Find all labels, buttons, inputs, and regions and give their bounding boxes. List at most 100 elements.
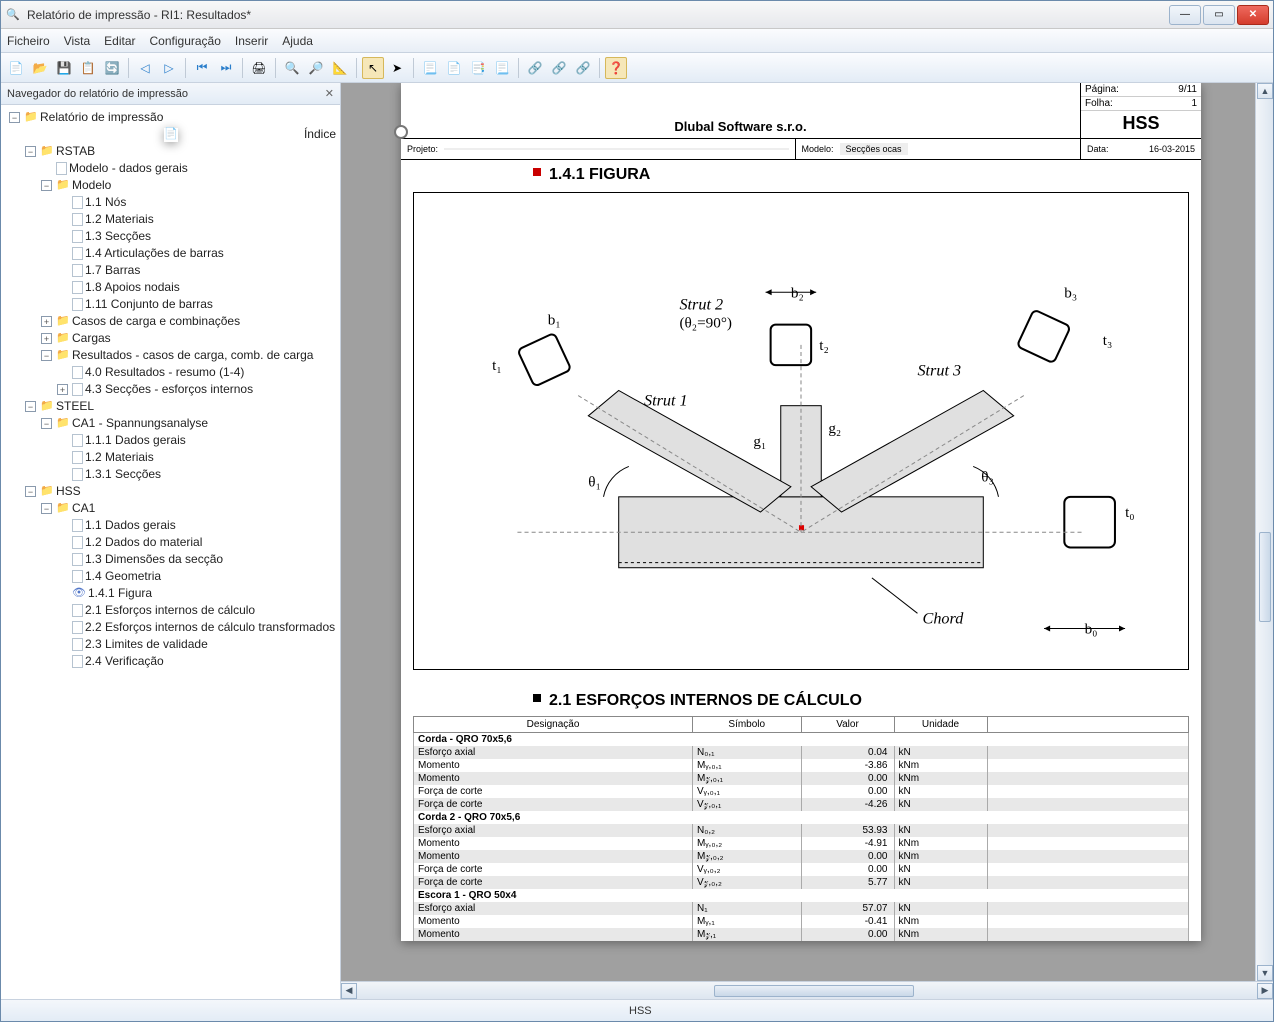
tb-copy-icon[interactable]: 📋 — [77, 57, 99, 79]
table-row: Força de corteV𝓏,₀,₂5.77kN — [414, 876, 1189, 889]
tree-item[interactable]: 1.4 Geometria — [85, 568, 161, 585]
section-title-esforcos: 2.1 ESFORÇOS INTERNOS DE CÁLCULO — [541, 686, 1201, 716]
tree-steel[interactable]: STEEL — [56, 398, 94, 415]
tree-item[interactable]: 2.2 Esforços internos de cálculo transfo… — [85, 619, 335, 636]
menu-vista[interactable]: Vista — [64, 34, 90, 48]
menu-inserir[interactable]: Inserir — [235, 34, 268, 48]
val-projeto — [444, 148, 788, 150]
tb-zoomout-icon[interactable]: 🔎 — [305, 57, 327, 79]
tree-result[interactable]: Resultados - casos de carga, comb. de ca… — [72, 347, 313, 364]
svg-text:θ₃: θ₃ — [981, 469, 994, 486]
svg-text:Chord: Chord — [923, 609, 965, 627]
tb-select-icon[interactable]: ↖ — [362, 57, 384, 79]
vertical-scrollbar[interactable]: ▲ ▼ — [1255, 83, 1273, 981]
menu-ficheiro[interactable]: Ficheiro — [7, 34, 50, 48]
table-row: Esforço axialN₀,₂53.93kN — [414, 824, 1189, 837]
table-row: MomentoM𝓏,₀,₂0.00kNm — [414, 850, 1189, 863]
tree-modelo[interactable]: Modelo — [72, 177, 111, 194]
tb-pointer-icon[interactable]: ➤ — [386, 57, 408, 79]
tb-open-icon[interactable]: 📂 — [29, 57, 51, 79]
tb-new-icon[interactable]: 📄 — [5, 57, 27, 79]
table-row: Força de corteV𝓏,₀,₁-4.26kN — [414, 798, 1189, 811]
menu-editar[interactable]: Editar — [104, 34, 135, 48]
tb-doc2-icon[interactable]: 📄 — [443, 57, 465, 79]
horizontal-scrollbar[interactable]: ◀ ▶ — [341, 981, 1273, 999]
tb-help-icon[interactable]: ❓ — [605, 57, 627, 79]
status-text: HSS — [629, 1005, 692, 1017]
tree-item[interactable]: 1.8 Apoios nodais — [85, 279, 180, 296]
tree-item[interactable]: 1.2 Materiais — [85, 211, 154, 228]
tree-casos[interactable]: Casos de carga e combinações — [72, 313, 240, 330]
page-canvas[interactable]: Dlubal Software s.r.o. Página:9/11 Folha… — [341, 83, 1273, 981]
tb-doc4-icon[interactable]: 📃 — [491, 57, 513, 79]
tree-item[interactable]: 1.1 Dados gerais — [85, 517, 176, 534]
tb-zoompage-icon[interactable]: 📐 — [329, 57, 351, 79]
minimize-button[interactable]: — — [1169, 5, 1201, 25]
maximize-button[interactable]: ▭ — [1203, 5, 1235, 25]
tb-link2-icon[interactable]: 🔗 — [548, 57, 570, 79]
tree-root[interactable]: Relatório de impressão — [40, 109, 163, 126]
tree-item[interactable]: 1.1.1 Dados gerais — [85, 432, 186, 449]
tree-item[interactable]: 1.4.1 Figura — [88, 585, 152, 602]
lbl-modelo: Modelo: — [802, 144, 834, 154]
svg-text:t₂: t₂ — [819, 337, 829, 354]
tb-save-icon[interactable]: 💾 — [53, 57, 75, 79]
scroll-up-icon[interactable]: ▲ — [1257, 83, 1273, 99]
tree-modelo-dados[interactable]: Modelo - dados gerais — [69, 160, 188, 177]
navigator-tree[interactable]: −📁Relatório de impressão 📄Índice −📁RSTAB… — [1, 105, 340, 999]
figure-diagram: Strut 1 Strut 2 (θ₂=90°) Strut 3 Chord b… — [413, 192, 1189, 670]
tb-print-icon[interactable]: 🖨 — [248, 57, 270, 79]
tb-refresh-icon[interactable]: 🔄 — [101, 57, 123, 79]
svg-text:t₀: t₀ — [1125, 504, 1135, 521]
lbl-folha: Folha: — [1085, 98, 1113, 109]
tb-link1-icon[interactable]: 🔗 — [524, 57, 546, 79]
table-row: Corda 2 - QRO 70x5,6 — [414, 811, 1189, 824]
tree-ca1s[interactable]: CA1 - Spannungsanalyse — [72, 415, 208, 432]
tb-link3-icon[interactable]: 🔗 — [572, 57, 594, 79]
tree-ca1[interactable]: CA1 — [72, 500, 95, 517]
val-modelo: Secções ocas — [840, 143, 908, 155]
tb-doc1-icon[interactable]: 📃 — [419, 57, 441, 79]
tb-first-icon[interactable]: ⏮ — [191, 57, 213, 79]
titlebar[interactable]: 🔍 Relatório de impressão - RI1: Resultad… — [1, 1, 1273, 29]
separator — [185, 58, 186, 78]
tree-item[interactable]: 2.4 Verificação — [85, 653, 164, 670]
tree-item[interactable]: 2.1 Esforços internos de cálculo — [85, 602, 255, 619]
close-button[interactable]: ✕ — [1237, 5, 1269, 25]
tree-item[interactable]: 1.1 Nós — [85, 194, 126, 211]
scroll-thumb-h[interactable] — [714, 985, 914, 997]
tree-item[interactable]: 1.3.1 Secções — [85, 466, 161, 483]
tree-item[interactable]: 4.3 Secções - esforços internos — [85, 381, 253, 398]
tree-item[interactable]: 1.11 Conjunto de barras — [85, 296, 213, 313]
tree-cargas[interactable]: Cargas — [72, 330, 111, 347]
menu-config[interactable]: Configuração — [150, 34, 221, 48]
menu-ajuda[interactable]: Ajuda — [282, 34, 313, 48]
th-unidade: Unidade — [894, 717, 987, 733]
tree-rstab[interactable]: RSTAB — [56, 143, 95, 160]
svg-text:t₁: t₁ — [492, 357, 502, 374]
svg-text:(θ₂=90°): (θ₂=90°) — [679, 315, 732, 332]
tb-prev-icon[interactable]: ◁ — [134, 57, 156, 79]
tb-zoomin-icon[interactable]: 🔍 — [281, 57, 303, 79]
scroll-thumb[interactable] — [1259, 532, 1271, 622]
scroll-right-icon[interactable]: ▶ — [1257, 983, 1273, 999]
tree-item[interactable]: 1.3 Dimensões da secção — [85, 551, 223, 568]
svg-text:b₀: b₀ — [1085, 621, 1098, 638]
lbl-data: Data: — [1087, 144, 1109, 154]
tb-doc3-icon[interactable]: 📑 — [467, 57, 489, 79]
tree-item[interactable]: 1.2 Materiais — [85, 449, 154, 466]
scroll-left-icon[interactable]: ◀ — [341, 983, 357, 999]
tree-item[interactable]: 1.3 Secções — [85, 228, 151, 245]
scroll-down-icon[interactable]: ▼ — [1257, 965, 1273, 981]
tree-hss[interactable]: HSS — [56, 483, 81, 500]
tree-indice[interactable]: Índice — [304, 126, 336, 143]
tb-next-icon[interactable]: ▷ — [158, 57, 180, 79]
tree-item[interactable]: 1.4 Articulações de barras — [85, 245, 224, 262]
tree-item[interactable]: 4.0 Resultados - resumo (1-4) — [85, 364, 244, 381]
navigator-close-icon[interactable]: ✕ — [325, 87, 334, 100]
tb-last-icon[interactable]: ⏭ — [215, 57, 237, 79]
tree-item[interactable]: 1.2 Dados do material — [85, 534, 202, 551]
tree-item[interactable]: 2.3 Limites de validade — [85, 636, 208, 653]
report-page: Dlubal Software s.r.o. Página:9/11 Folha… — [401, 83, 1201, 941]
tree-item[interactable]: 1.7 Barras — [85, 262, 140, 279]
